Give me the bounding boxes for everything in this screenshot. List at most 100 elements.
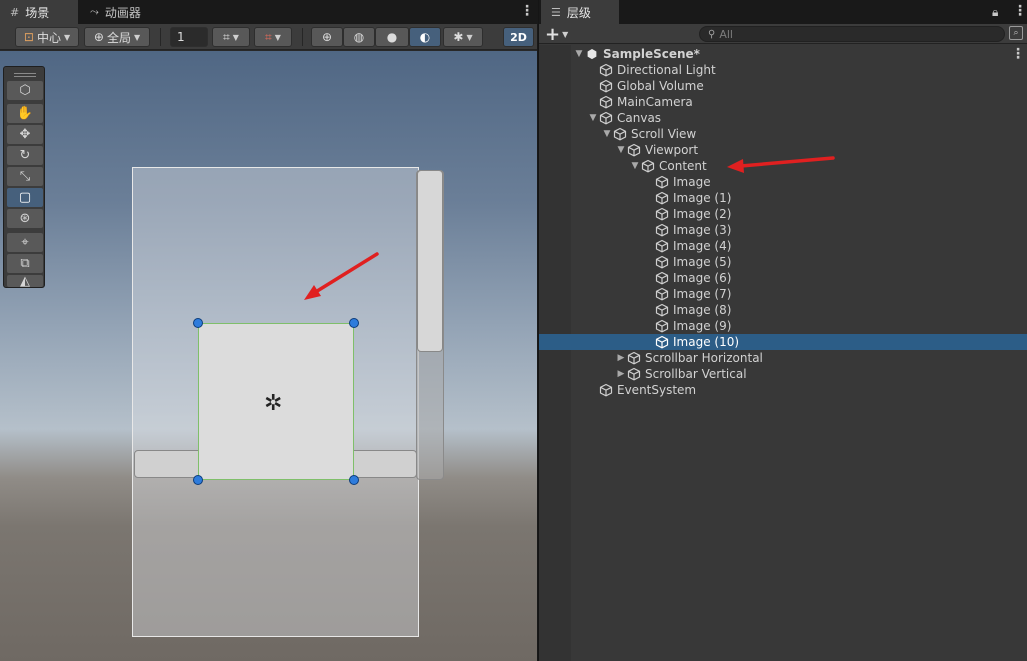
gameobject-cube-icon: [599, 95, 613, 109]
space-label: 全局: [106, 30, 131, 45]
gameobject-cube-icon: [599, 79, 613, 93]
component-tool-icon[interactable]: ⧉: [7, 254, 43, 273]
bug-icon: ✱: [453, 30, 464, 44]
scale-tool-icon[interactable]: ⤡: [7, 167, 43, 186]
hierarchy-item[interactable]: Image (5): [539, 254, 1027, 270]
hierarchy-item-label: Image (5): [673, 255, 732, 269]
move-tool-icon[interactable]: ✥: [7, 125, 43, 144]
custom-tool-icon[interactable]: ⌖: [7, 233, 43, 252]
hierarchy-item[interactable]: Image (6): [539, 270, 1027, 286]
hierarchy-more-icon[interactable]: ⋮: [1013, 3, 1027, 19]
hierarchy-item-label: Image (3): [673, 223, 732, 237]
grid-snap-button[interactable]: ⌗ ▼: [212, 27, 250, 47]
unity-scene-icon: ⬢: [586, 47, 598, 61]
hierarchy-item-label: EventSystem: [617, 383, 697, 397]
fold-open-icon[interactable]: ▼: [587, 113, 599, 123]
hierarchy-item[interactable]: ▶ Scrollbar Horizontal: [539, 350, 1027, 366]
hierarchy-item[interactable]: MainCamera: [539, 94, 1027, 110]
grid-size-value: 1: [177, 30, 185, 44]
pivot-dropdown[interactable]: ⊡ 中心 ▼: [15, 27, 79, 47]
hierarchy-search-input[interactable]: ⚲ All: [699, 26, 1005, 42]
rotate-tool-icon[interactable]: ↻: [7, 146, 43, 165]
tab-scene-label: 场景: [25, 5, 50, 20]
grid-size-field[interactable]: 1: [170, 27, 208, 47]
lock-icon[interactable]: 🔒︎: [992, 5, 998, 20]
hierarchy-item[interactable]: ▶ Scrollbar Vertical: [539, 366, 1027, 382]
shaded-wireframe-button[interactable]: ◍: [343, 27, 375, 47]
wireframe-sphere-icon: ⊕: [321, 30, 333, 44]
gameobject-cube-icon: [655, 319, 669, 333]
add-button[interactable]: + ▼: [545, 24, 568, 45]
hierarchy-item[interactable]: Image (1): [539, 190, 1027, 206]
hierarchy-panel: ☰ 层级 🔒︎ ⋮ + ▼ ⚲ All ⌕ ▼ ⬢ SampleScene* ⋮ Dir…: [538, 0, 1027, 661]
hierarchy-item[interactable]: ▼ Canvas: [539, 110, 1027, 126]
rect-handle-bottom-left[interactable]: [193, 475, 203, 485]
gameobject-cube-icon: [627, 143, 641, 157]
increment-snap-button[interactable]: ⌗ ▼: [254, 27, 292, 47]
tab-hierarchy[interactable]: ☰ 层级: [541, 0, 619, 24]
hierarchy-item[interactable]: Image (7): [539, 286, 1027, 302]
fold-open-icon[interactable]: ▼: [629, 161, 641, 171]
hierarchy-item[interactable]: Image (4): [539, 238, 1027, 254]
chevron-down-icon: ▼: [466, 32, 473, 42]
hierarchy-item[interactable]: ▼ Scroll View: [539, 126, 1027, 142]
debug-draw-dropdown[interactable]: ✱ ▼: [443, 27, 483, 47]
grid-icon: #: [10, 5, 20, 19]
hierarchy-item-label: Image: [673, 175, 711, 189]
fold-open-icon[interactable]: ▼: [601, 129, 613, 139]
search-options-icon[interactable]: ⌕: [1009, 26, 1023, 40]
hierarchy-item-label: Global Volume: [617, 79, 704, 93]
gameobject-cube-icon: [655, 191, 669, 205]
fold-open-icon[interactable]: ▼: [615, 145, 627, 155]
gameobject-cube-icon: [655, 223, 669, 237]
tab-animator[interactable]: ⤳ 动画器: [80, 0, 172, 24]
rect-handle-top-left[interactable]: [193, 318, 203, 328]
lit-mode-button[interactable]: ◐: [409, 27, 441, 47]
fold-open-icon[interactable]: ▼: [573, 49, 585, 59]
gameobject-cube-icon: [641, 159, 655, 173]
wireframe-shading-button[interactable]: ⊕: [311, 27, 343, 47]
hierarchy-item[interactable]: Image (3): [539, 222, 1027, 238]
grid-snap-icon: ⌗: [223, 29, 230, 44]
gameobject-cube-icon: [627, 367, 641, 381]
hierarchy-item-label: Scrollbar Vertical: [645, 367, 747, 381]
hierarchy-item-label: SampleScene*: [603, 47, 700, 61]
vertical-scrollbar-thumb[interactable]: [417, 170, 443, 352]
transform-tool-icon[interactable]: ⊛: [7, 209, 43, 228]
hierarchy-item[interactable]: Image (10): [539, 334, 1027, 350]
hierarchy-item-label: Directional Light: [617, 63, 716, 77]
scene-toolbar: ⊡ 中心 ▼ ⊕ 全局 ▼ 1 ⌗ ▼ ⌗ ▼ ⊕ ◍ ● ◐ ✱ ▼ 2D: [0, 24, 537, 50]
drag-handle[interactable]: [14, 73, 36, 77]
hierarchy-item[interactable]: Global Volume: [539, 78, 1027, 94]
scene-more-icon[interactable]: ⋮: [520, 3, 534, 19]
shaded-button[interactable]: ●: [375, 27, 409, 47]
chevron-down-icon: ▼: [63, 32, 71, 42]
moon-sphere-icon: ◐: [419, 30, 431, 44]
scene-more-icon[interactable]: ⋮: [1011, 46, 1025, 62]
hierarchy-item-label: Image (9): [673, 319, 732, 333]
space-dropdown[interactable]: ⊕ 全局 ▼: [84, 27, 150, 47]
hierarchy-item[interactable]: EventSystem: [539, 382, 1027, 398]
hierarchy-item[interactable]: Image (2): [539, 206, 1027, 222]
hierarchy-item[interactable]: Image (9): [539, 318, 1027, 334]
editor-tool-icon[interactable]: ◭: [7, 274, 43, 289]
globe-icon: ⊕: [93, 30, 104, 44]
rect-tool-icon[interactable]: ▢: [7, 188, 43, 207]
search-icon: ⚲: [708, 28, 716, 40]
snap-magnet-icon: ⌗: [265, 29, 272, 44]
fold-closed-icon[interactable]: ▶: [615, 369, 627, 379]
mode-2d-label: 2D: [510, 30, 527, 44]
rect-handle-bottom-right[interactable]: [349, 475, 359, 485]
pivot-gizmo-icon[interactable]: ✲: [264, 391, 282, 416]
hierarchy-item[interactable]: Directional Light: [539, 62, 1027, 78]
fold-closed-icon[interactable]: ▶: [615, 353, 627, 363]
shaded-sphere-icon: ●: [386, 30, 398, 44]
mode-2d-button[interactable]: 2D: [503, 27, 534, 47]
orientation-cube-icon[interactable]: ⬡: [7, 81, 43, 100]
scene-root-row[interactable]: ▼ ⬢ SampleScene* ⋮: [539, 46, 1027, 62]
hand-tool-icon[interactable]: ✋: [7, 104, 43, 123]
rect-handle-top-right[interactable]: [349, 318, 359, 328]
chevron-down-icon: ▼: [133, 32, 141, 42]
hierarchy-item[interactable]: Image (8): [539, 302, 1027, 318]
tab-scene[interactable]: # 场景: [0, 0, 78, 24]
